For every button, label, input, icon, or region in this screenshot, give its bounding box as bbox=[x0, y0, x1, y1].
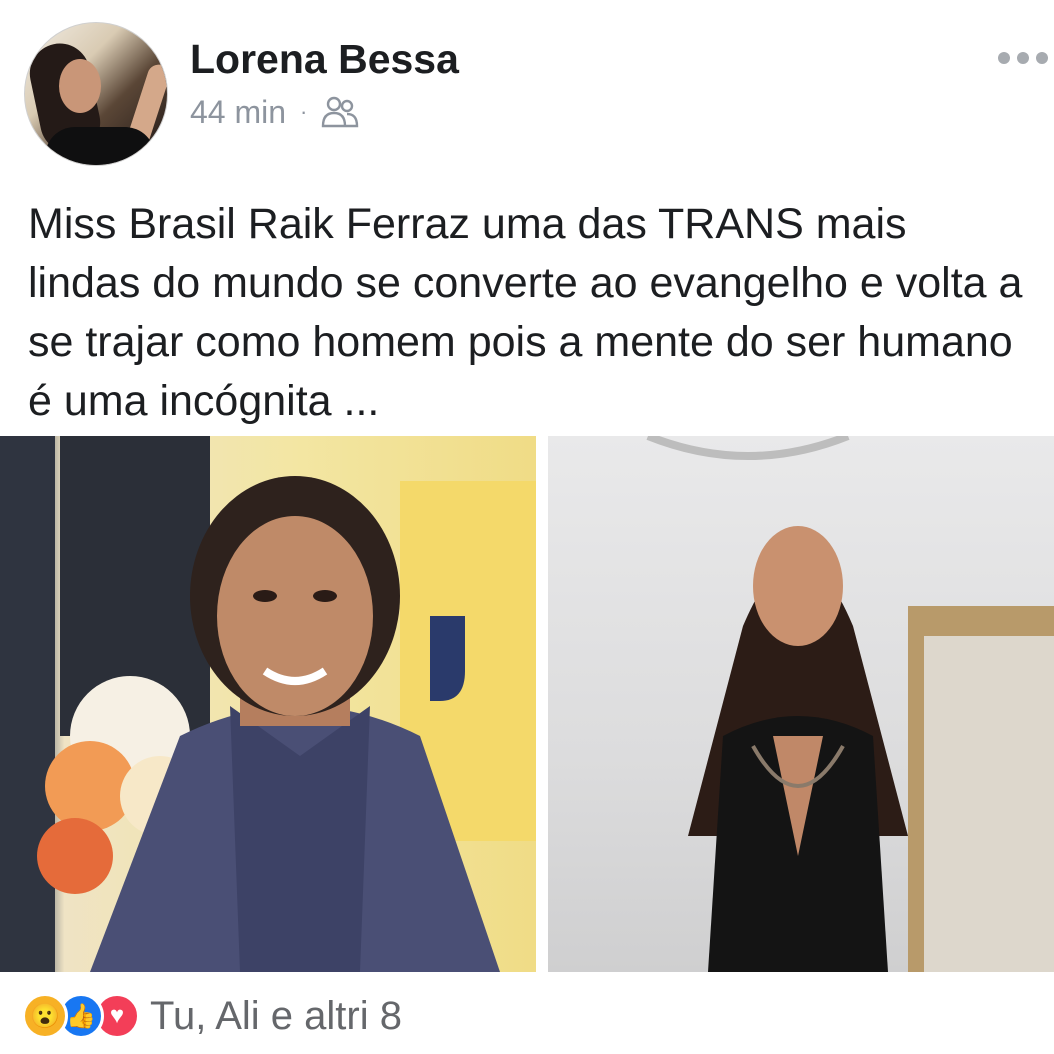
post-photo-right[interactable] bbox=[548, 436, 1054, 972]
post-text: Miss Brasil Raik Ferraz uma das TRANS ma… bbox=[28, 200, 1023, 425]
photo-left-illustration bbox=[0, 436, 536, 972]
avatar[interactable] bbox=[24, 22, 168, 166]
meta-separator: · bbox=[300, 99, 308, 124]
more-options-dot bbox=[1036, 52, 1048, 64]
post-time[interactable]: 44 min bbox=[190, 94, 286, 131]
post-photo-left[interactable] bbox=[0, 436, 536, 972]
more-options-button[interactable] bbox=[998, 52, 1048, 64]
reactions-text[interactable]: Tu, Ali e altri 8 bbox=[150, 994, 402, 1039]
avatar-face bbox=[59, 59, 101, 113]
photo-right-illustration bbox=[646, 436, 1054, 972]
more-options-dot bbox=[1017, 52, 1029, 64]
author-name[interactable]: Lorena Bessa bbox=[190, 36, 459, 83]
more-options-dot bbox=[998, 52, 1010, 64]
wow-icon: 😮 bbox=[22, 993, 68, 1039]
friends-icon[interactable] bbox=[321, 95, 359, 129]
post-meta: 44 min · bbox=[190, 92, 359, 132]
reactions-summary[interactable]: 😮 👍 ♥ Tu, Ali e altri 8 bbox=[22, 988, 402, 1044]
avatar-dress bbox=[45, 127, 155, 165]
